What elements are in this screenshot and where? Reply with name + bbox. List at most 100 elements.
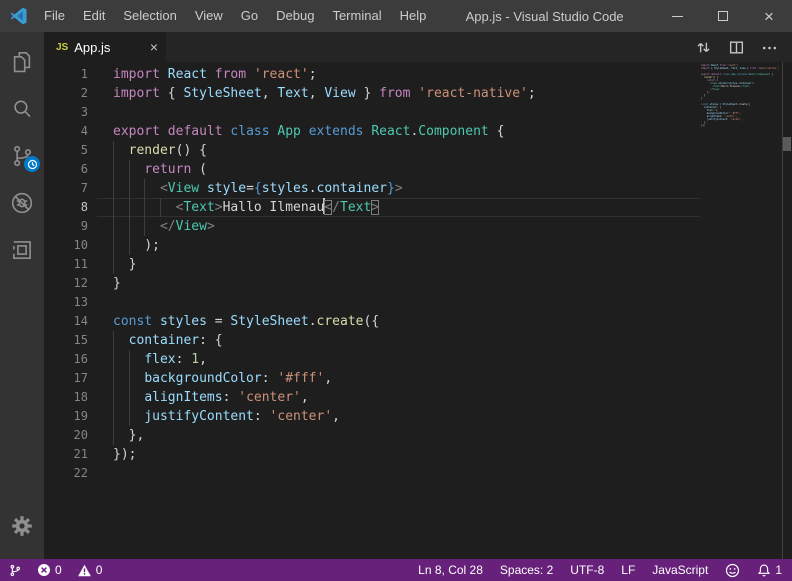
debug-icon: [9, 190, 35, 216]
overview-ruler[interactable]: [782, 62, 792, 559]
tab-appjs[interactable]: JS App.js ×: [44, 32, 166, 62]
status-eol-text: LF: [621, 563, 635, 577]
overview-cursor-marker[interactable]: [783, 137, 791, 151]
minimize-button[interactable]: [654, 0, 700, 32]
indent-guide: [113, 141, 114, 160]
code-line-15[interactable]: 15 container: {: [44, 331, 700, 350]
menu-go[interactable]: Go: [232, 0, 267, 32]
line-number: 12: [44, 274, 88, 293]
status-cursor-position-text: Ln 8, Col 28: [418, 563, 483, 577]
status-feedback[interactable]: [725, 563, 740, 578]
split-editor-icon[interactable]: [728, 39, 745, 56]
code-line-11[interactable]: 11 }: [44, 255, 700, 274]
window-title: App.js - Visual Studio Code: [435, 9, 654, 24]
code-editor[interactable]: 1import React from 'react';2import { Sty…: [44, 62, 792, 559]
status-language-mode[interactable]: JavaScript: [652, 563, 708, 577]
window-controls: ×: [654, 0, 792, 32]
code-line-7[interactable]: 7 <View style={styles.container}>: [44, 179, 700, 198]
sidebar-item-debug[interactable]: [0, 179, 44, 226]
tab-close-button[interactable]: ×: [150, 40, 158, 54]
menu-file[interactable]: File: [35, 0, 74, 32]
indent-guide: [113, 369, 114, 388]
code-line-18[interactable]: 18 alignItems: 'center',: [44, 388, 700, 407]
code-line-10[interactable]: 10 );: [44, 236, 700, 255]
code-line-5[interactable]: 5 render() {: [44, 141, 700, 160]
line-number: 7: [44, 179, 88, 198]
status-indentation[interactable]: Spaces: 2: [500, 563, 553, 577]
indent-guide: [160, 198, 161, 217]
status-warnings[interactable]: 0: [77, 563, 103, 577]
sidebar-item-extensions[interactable]: [0, 226, 44, 273]
line-number: 2: [44, 84, 88, 103]
maximize-icon: [718, 11, 728, 21]
line-number: 14: [44, 312, 88, 331]
line-number: 15: [44, 331, 88, 350]
source-control-badge: [24, 156, 40, 172]
line-number: 4: [44, 122, 88, 141]
code-line-4[interactable]: 4export default class App extends React.…: [44, 122, 700, 141]
line-number: 21: [44, 445, 88, 464]
search-icon: [9, 96, 35, 122]
minimap[interactable]: import React from 'react';import { Style…: [701, 64, 781, 130]
code-line-17[interactable]: 17 backgroundColor: '#fff',: [44, 369, 700, 388]
line-number: 1: [44, 65, 88, 84]
indent-guide: [144, 179, 145, 198]
status-encoding[interactable]: UTF-8: [570, 563, 604, 577]
status-cursor-position[interactable]: Ln 8, Col 28: [418, 563, 483, 577]
code-line-12[interactable]: 12}: [44, 274, 700, 293]
indent-guide: [144, 217, 145, 236]
sidebar-item-source-control[interactable]: [0, 132, 44, 179]
maximize-button[interactable]: [700, 0, 746, 32]
line-number: 3: [44, 103, 88, 122]
title-bar: FileEditSelectionViewGoDebugTerminalHelp…: [0, 0, 792, 32]
line-number: 5: [44, 141, 88, 160]
menu-selection[interactable]: Selection: [114, 0, 185, 32]
indent-guide: [113, 407, 114, 426]
more-actions-icon[interactable]: [761, 39, 778, 56]
code-line-1[interactable]: 1import React from 'react';: [44, 65, 700, 84]
manage-settings-button[interactable]: [0, 502, 44, 549]
menu-debug[interactable]: Debug: [267, 0, 323, 32]
indent-guide: [129, 350, 130, 369]
open-changes-icon[interactable]: [695, 39, 712, 56]
menu-terminal[interactable]: Terminal: [323, 0, 390, 32]
code-line-16[interactable]: 16 flex: 1,: [44, 350, 700, 369]
code-line-6[interactable]: 6 return (: [44, 160, 700, 179]
code-line-21[interactable]: 21});: [44, 445, 700, 464]
code-line-9[interactable]: 9 </View>: [44, 217, 700, 236]
code-line-13[interactable]: 13: [44, 293, 700, 312]
code-line-19[interactable]: 19 justifyContent: 'center',: [44, 407, 700, 426]
editor-actions: [695, 32, 792, 62]
indent-guide: [144, 198, 145, 217]
code-line-22[interactable]: 22: [44, 464, 700, 483]
close-icon: ×: [764, 8, 774, 25]
menu-view[interactable]: View: [186, 0, 232, 32]
status-bar-right: Ln 8, Col 28 Spaces: 2 UTF-8 LF JavaScript 1: [418, 563, 782, 578]
tab-label: App.js: [74, 40, 110, 55]
indent-guide: [129, 179, 130, 198]
menu-help[interactable]: Help: [391, 0, 436, 32]
code-line-2[interactable]: 2import { StyleSheet, Text, View } from …: [44, 84, 700, 103]
status-bar-left: 00: [8, 563, 102, 578]
sidebar-item-explorer[interactable]: [0, 38, 44, 85]
indent-guide: [129, 369, 130, 388]
activity-bar: [0, 32, 44, 559]
status-eol[interactable]: LF: [621, 563, 635, 577]
status-notifications[interactable]: 1: [757, 563, 782, 578]
code-line-14[interactable]: 14const styles = StyleSheet.create({: [44, 312, 700, 331]
line-number: 10: [44, 236, 88, 255]
warning-triangle-icon: [77, 564, 92, 577]
code-line-8[interactable]: 8 <Text>Hallo Ilmenau</Text>: [44, 198, 700, 217]
menu-edit[interactable]: Edit: [74, 0, 114, 32]
close-window-button[interactable]: ×: [746, 0, 792, 32]
code-line-20[interactable]: 20 },: [44, 426, 700, 445]
status-errors[interactable]: 0: [37, 563, 62, 577]
sidebar-item-search[interactable]: [0, 85, 44, 132]
code-line-3[interactable]: 3: [44, 103, 700, 122]
indent-guide: [113, 217, 114, 236]
indent-guide: [129, 388, 130, 407]
status-indentation-text: Spaces: 2: [500, 563, 553, 577]
status-language-mode-text: JavaScript: [652, 563, 708, 577]
status-git-branch[interactable]: [8, 563, 22, 578]
indent-guide: [129, 198, 130, 217]
